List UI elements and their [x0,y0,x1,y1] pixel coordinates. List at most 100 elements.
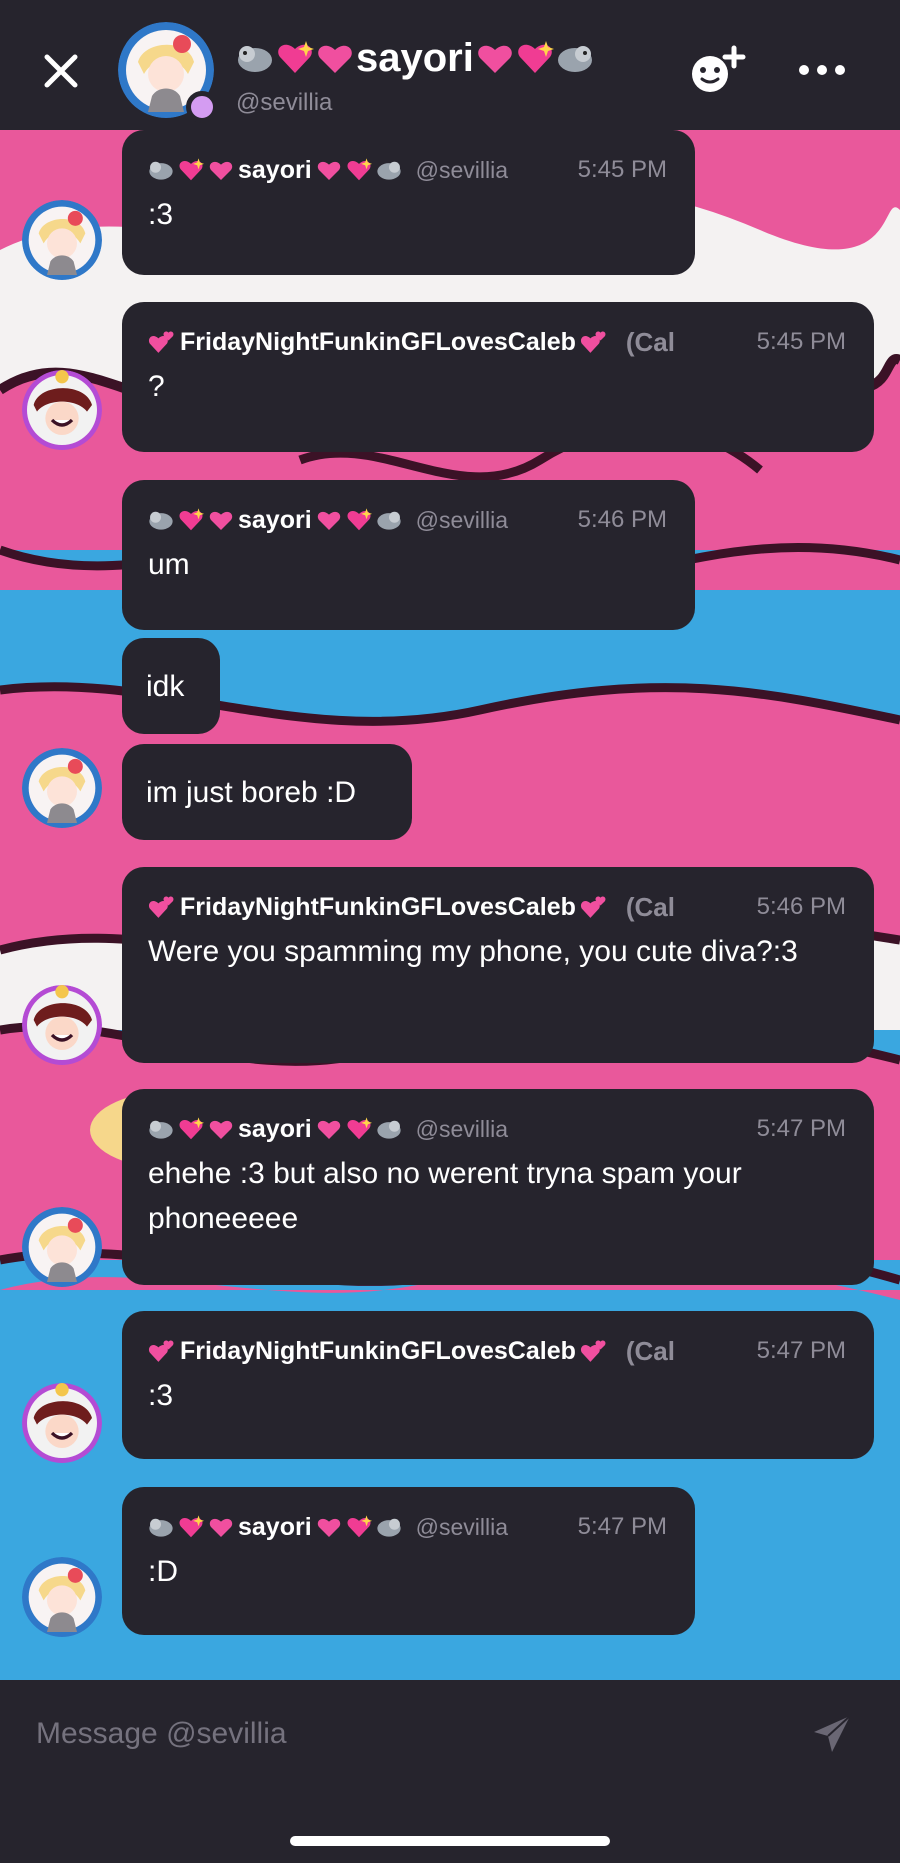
home-indicator [290,1836,610,1846]
avatar[interactable] [22,985,102,1065]
avatar[interactable] [22,200,102,280]
two-hearts-icon [580,331,606,353]
avatar-sayori [22,1207,102,1287]
pink-heart-icon [209,161,233,180]
message-bubble[interactable]: sayori @sevillia 5:46 PM um [122,480,695,630]
pink-heart-icon [318,45,352,73]
sparkling-heart-icon [518,41,554,73]
avatar[interactable] [22,1383,102,1463]
avatar-boyfriend [22,370,102,450]
message-text: :3 [148,1379,174,1412]
message-meta: sayori @sevillia 5:47 PM [148,1505,667,1549]
message-bubble[interactable]: idk [122,638,220,734]
pigeon-icon [149,1120,173,1139]
author-handle: @sevillia [415,1513,509,1540]
message-text: ehehe :3 but also no werent tryna spam y… [148,1157,742,1235]
message-text: idk [146,669,185,703]
author-name: FridayNightFunkinGFLovesCaleb [148,328,608,357]
message-timestamp: 5:45 PM [577,156,667,183]
message-timestamp: 5:46 PM [756,893,846,920]
pigeon-icon [149,511,173,530]
pigeon-icon [149,161,173,180]
two-hearts-icon [148,1340,174,1362]
author-name: sayori [148,156,402,185]
send-button[interactable] [810,1712,854,1756]
message-timestamp: 5:47 PM [756,1337,846,1364]
close-icon [44,54,78,88]
message-bubble[interactable]: sayori @sevillia 5:45 PM :3 [122,130,695,275]
message-bubble[interactable]: im just boreb :D [122,744,412,840]
message-text: um [148,548,190,581]
pink-heart-icon [317,161,340,180]
message-bubble[interactable]: FridayNightFunkinGFLovesCaleb (Cal 5:46 … [122,867,874,1063]
message-text: :3 [148,198,174,231]
send-icon [814,1715,851,1752]
message-timestamp: 5:46 PM [577,506,667,533]
sparkling-heart-icon [347,508,372,531]
message-meta: FridayNightFunkinGFLovesCaleb (Cal 5:45 … [148,320,846,364]
message-bubble[interactable]: FridayNightFunkinGFLovesCaleb (Cal 5:45 … [122,302,874,452]
add-friend-button[interactable] [688,44,748,96]
sparkling-heart-icon [347,158,372,181]
author-name: FridayNightFunkinGFLovesCaleb [148,893,608,922]
close-button[interactable] [38,48,84,94]
author-name-text: FridayNightFunkinGFLovesCaleb [180,327,576,356]
author-nickname: (Cal [625,891,675,922]
message-meta: sayori @sevillia 5:47 PM [148,1107,846,1151]
message-meta: sayori @sevillia 5:45 PM [148,148,667,192]
two-hearts-icon [580,1340,606,1362]
pink-heart-icon [209,511,233,530]
avatar[interactable] [22,1207,102,1287]
message-meta: FridayNightFunkinGFLovesCaleb (Cal 5:47 … [148,1329,846,1373]
avatar[interactable] [22,1557,102,1637]
author-name-text: sayori [238,1114,312,1143]
pink-heart-icon [478,45,512,73]
sparkling-heart-icon [179,158,204,181]
message-timestamp: 5:47 PM [756,1115,846,1142]
sparkling-heart-icon [347,1117,372,1140]
sparkling-heart-icon [179,508,204,531]
author-handle: @sevillia [415,156,509,183]
message-input[interactable] [34,1708,738,1760]
pigeon-icon [238,46,272,72]
message-timestamp: 5:47 PM [577,1513,667,1540]
header-name: sayori [236,30,594,86]
more-options-button[interactable] [796,50,848,90]
author-name-text: sayori [238,505,312,534]
add-friend-icon [692,45,746,92]
pigeon-icon [377,1518,401,1537]
message-bubble[interactable]: FridayNightFunkinGFLovesCaleb (Cal 5:47 … [122,1311,874,1459]
avatar[interactable] [22,370,102,450]
avatar-sayori [22,1557,102,1637]
pigeon-icon [149,1518,173,1537]
message-bubble[interactable]: sayori @sevillia 5:47 PM ehehe :3 but al… [122,1089,874,1285]
author-handle: @sevillia [415,1115,509,1142]
pigeon-icon [557,46,592,72]
pink-heart-icon [317,511,340,530]
author-name: sayori [148,1513,402,1542]
message-meta: sayori @sevillia 5:46 PM [148,498,667,542]
author-nickname: (Cal [625,1335,675,1366]
avatar[interactable] [22,748,102,828]
author-name-text: FridayNightFunkinGFLovesCaleb [180,1336,576,1365]
pink-heart-icon [209,1120,233,1139]
avatar-boyfriend [22,1383,102,1463]
author-name: sayori [148,1115,402,1144]
sparkling-heart-icon [179,1515,204,1538]
author-handle: @sevillia [415,506,509,533]
author-name-text: FridayNightFunkinGFLovesCaleb [180,892,576,921]
header-name-text: sayori [356,35,474,80]
author-nickname: (Cal [625,326,675,357]
message-bubble[interactable]: sayori @sevillia 5:47 PM :D [122,1487,695,1635]
pigeon-icon [377,511,401,530]
message-text: im just boreb :D [146,775,357,809]
chat-header: sayori @sevillia [0,0,900,130]
message-text: :D [148,1555,178,1588]
pigeon-icon [377,1120,401,1139]
message-composer [0,1680,900,1863]
pink-heart-icon [209,1518,233,1537]
message-meta: FridayNightFunkinGFLovesCaleb (Cal 5:46 … [148,885,846,929]
author-name: sayori [148,506,402,535]
message-text: ? [148,370,165,403]
author-name-text: sayori [238,155,312,184]
